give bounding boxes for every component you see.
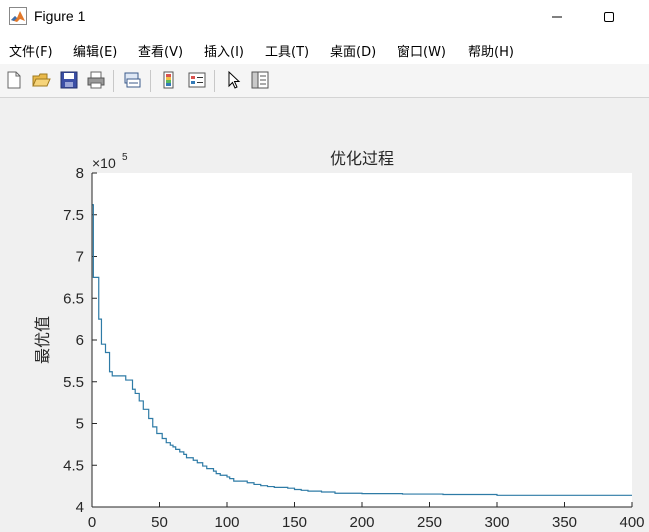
menu-desktop[interactable]: 桌面(D) bbox=[330, 41, 376, 60]
y-tick-label: 5.5 bbox=[63, 374, 84, 391]
figure-canvas: 优化过程 最优值 ×10 5 0 50 100 150 200 250 300 350 400 … bbox=[0, 98, 649, 532]
x-tick-label: 400 bbox=[619, 514, 644, 531]
link-plot-icon[interactable] bbox=[122, 70, 142, 90]
toolbar-separator bbox=[113, 70, 114, 92]
menu-tools[interactable]: 工具(T) bbox=[265, 41, 309, 60]
y-tick-label: 7.5 bbox=[63, 207, 84, 224]
minimize-button[interactable] bbox=[534, 0, 580, 34]
menu-help[interactable]: 帮助(H) bbox=[468, 41, 514, 60]
y-tick-label: 4.5 bbox=[63, 457, 84, 474]
maximize-icon bbox=[604, 12, 614, 22]
menu-bar: 文件(F) 编辑(E) 查看(V) 插入(I) 工具(T) 桌面(D) 窗口(W… bbox=[0, 34, 649, 64]
menu-insert[interactable]: 插入(I) bbox=[204, 41, 244, 60]
x-tick-label: 100 bbox=[214, 514, 239, 531]
y-tick-label: 6 bbox=[76, 332, 84, 349]
x-tick-label: 150 bbox=[282, 514, 307, 531]
chart-title: 优化过程 bbox=[330, 149, 394, 168]
x-tick-label: 350 bbox=[552, 514, 577, 531]
axes-background bbox=[92, 173, 632, 507]
y-axis-exponent-power: 5 bbox=[122, 152, 128, 163]
menu-file[interactable]: 文件(F) bbox=[9, 41, 53, 60]
line-chart: 优化过程 最优值 ×10 5 0 50 100 150 200 250 300 350 400 … bbox=[33, 149, 645, 531]
y-axis-exponent-base: ×10 bbox=[92, 155, 116, 171]
window-title: Figure 1 bbox=[34, 8, 86, 24]
print-icon[interactable] bbox=[86, 70, 106, 90]
matlab-logo-icon bbox=[9, 7, 27, 25]
y-tick-label: 6.5 bbox=[63, 290, 84, 307]
y-tick-label: 7 bbox=[76, 249, 84, 266]
x-tick-label: 250 bbox=[417, 514, 442, 531]
menu-edit[interactable]: 编辑(E) bbox=[73, 41, 117, 60]
toolbar-separator bbox=[214, 70, 215, 92]
x-tick-label: 0 bbox=[88, 514, 96, 531]
toolbar bbox=[0, 64, 649, 98]
x-tick-label: 300 bbox=[484, 514, 509, 531]
edit-plot-pointer-icon[interactable] bbox=[224, 70, 244, 90]
toolbar-separator bbox=[150, 70, 151, 92]
x-tick-label: 200 bbox=[349, 514, 374, 531]
minimize-icon bbox=[552, 16, 562, 18]
y-axis-label: 最优值 bbox=[33, 316, 52, 364]
save-icon[interactable] bbox=[59, 70, 79, 90]
y-tick-label: 4 bbox=[76, 499, 84, 516]
insert-legend-icon[interactable] bbox=[187, 70, 207, 90]
y-axis-exponent: ×10 5 bbox=[92, 152, 128, 171]
maximize-button[interactable] bbox=[586, 0, 632, 34]
open-file-icon[interactable] bbox=[31, 70, 51, 90]
property-inspector-icon[interactable] bbox=[250, 70, 270, 90]
insert-colorbar-icon[interactable] bbox=[159, 70, 179, 90]
y-tick-label: 5 bbox=[76, 416, 84, 433]
title-bar: Figure 1 bbox=[0, 0, 649, 34]
x-tick-label: 50 bbox=[151, 514, 168, 531]
y-tick-label: 8 bbox=[76, 165, 84, 182]
menu-window[interactable]: 窗口(W) bbox=[397, 41, 446, 60]
new-figure-icon[interactable] bbox=[4, 70, 24, 90]
menu-view[interactable]: 查看(V) bbox=[138, 41, 183, 60]
